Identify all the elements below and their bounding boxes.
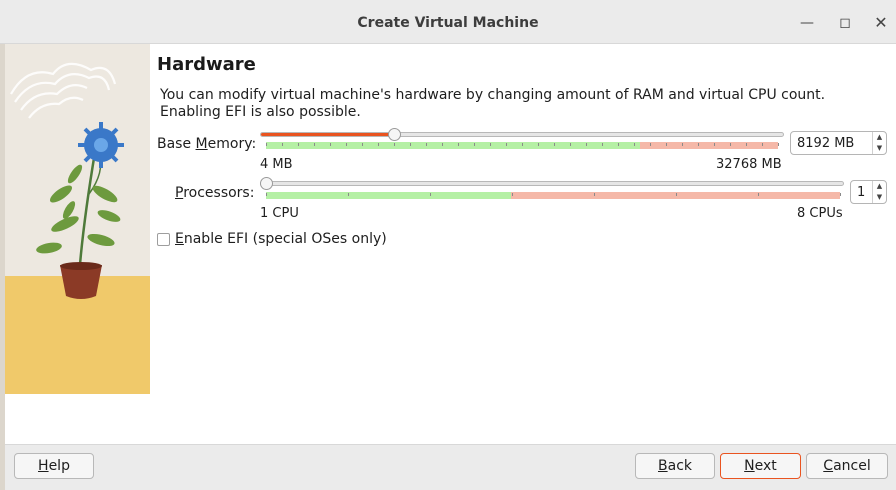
slider-tick	[490, 143, 491, 146]
processors-spinbox[interactable]: 1 ▲ ▼	[850, 180, 887, 204]
slider-tick	[570, 143, 571, 146]
slider-tick	[506, 143, 507, 146]
memory-safe-zone	[266, 142, 640, 149]
slider-tick	[758, 193, 759, 196]
close-icon[interactable]: ✕	[870, 12, 892, 34]
slider-tick	[538, 143, 539, 146]
slider-tick	[442, 143, 443, 146]
slider-tick	[282, 143, 283, 146]
memory-slider-handle[interactable]	[388, 128, 401, 141]
slider-tick	[666, 143, 667, 146]
slider-tick	[762, 143, 763, 146]
slider-tick	[362, 143, 363, 146]
slider-tick	[594, 193, 595, 196]
slider-tick	[840, 193, 841, 196]
window-title: Create Virtual Machine	[357, 15, 539, 31]
cancel-button[interactable]: Cancel	[806, 453, 888, 479]
slider-tick	[314, 143, 315, 146]
slider-tick	[698, 143, 699, 146]
wizard-illustration	[5, 44, 150, 394]
slider-tick	[266, 193, 267, 196]
processors-min-label: 1 CPU	[260, 206, 299, 221]
slider-tick	[378, 143, 379, 146]
processors-safe-zone	[266, 192, 511, 199]
memory-label: Base Memory:	[157, 136, 257, 152]
memory-value[interactable]: 8192 MB	[797, 136, 854, 151]
memory-max-label: 32768 MB	[716, 157, 782, 172]
slider-tick	[730, 143, 731, 146]
maximize-icon[interactable]: ◻	[834, 12, 856, 34]
memory-spinbox[interactable]: 8192 MB ▲ ▼	[790, 131, 887, 155]
spin-up-icon[interactable]: ▲	[873, 181, 886, 192]
title-bar: Create Virtual Machine — ◻ ✕	[0, 0, 896, 44]
memory-min-label: 4 MB	[260, 157, 293, 172]
slider-tick	[474, 143, 475, 146]
slider-tick	[586, 143, 587, 146]
slider-tick	[394, 143, 395, 146]
illustration-spacer	[5, 394, 150, 444]
help-button[interactable]: Help	[14, 453, 94, 479]
minimize-icon[interactable]: —	[796, 12, 818, 34]
slider-tick	[266, 143, 267, 146]
processors-max-label: 8 CPUs	[797, 206, 843, 221]
slider-tick	[778, 143, 779, 146]
slider-tick	[554, 143, 555, 146]
slider-tick	[650, 143, 651, 146]
processors-slider-handle[interactable]	[260, 177, 273, 190]
plant-illustration	[5, 44, 150, 394]
slider-tick	[410, 143, 411, 146]
slider-tick	[746, 143, 747, 146]
slider-tick	[426, 143, 427, 146]
spin-down-icon[interactable]: ▼	[873, 143, 886, 154]
slider-tick	[676, 193, 677, 196]
efi-checkbox[interactable]	[157, 233, 170, 246]
slider-tick	[298, 143, 299, 146]
page-title: Hardware	[157, 54, 256, 75]
processors-spin-buttons: ▲ ▼	[872, 181, 886, 203]
back-button[interactable]: Back	[635, 453, 715, 479]
efi-checkbox-label[interactable]: Enable EFI (special OSes only)	[175, 231, 387, 247]
processors-slider-track[interactable]	[260, 181, 844, 186]
slider-tick	[522, 143, 523, 146]
slider-tick	[512, 193, 513, 196]
memory-slider-fill	[261, 133, 395, 136]
processors-label: Processors:	[175, 185, 255, 201]
slider-tick	[634, 143, 635, 146]
slider-tick	[458, 143, 459, 146]
spin-up-icon[interactable]: ▲	[873, 132, 886, 143]
slider-tick	[602, 143, 603, 146]
next-button[interactable]: Next	[720, 453, 801, 479]
slider-tick	[682, 143, 683, 146]
slider-tick	[348, 193, 349, 196]
slider-tick	[330, 143, 331, 146]
slider-tick	[714, 143, 715, 146]
memory-slider-track[interactable]	[260, 132, 784, 137]
spin-down-icon[interactable]: ▼	[873, 192, 886, 203]
slider-tick	[430, 193, 431, 196]
slider-tick	[618, 143, 619, 146]
processors-value[interactable]: 1	[857, 185, 865, 200]
memory-warning-zone	[640, 142, 778, 149]
page-description: You can modify virtual machine's hardwar…	[160, 87, 826, 120]
memory-spin-buttons: ▲ ▼	[872, 132, 886, 154]
slider-tick	[346, 143, 347, 146]
